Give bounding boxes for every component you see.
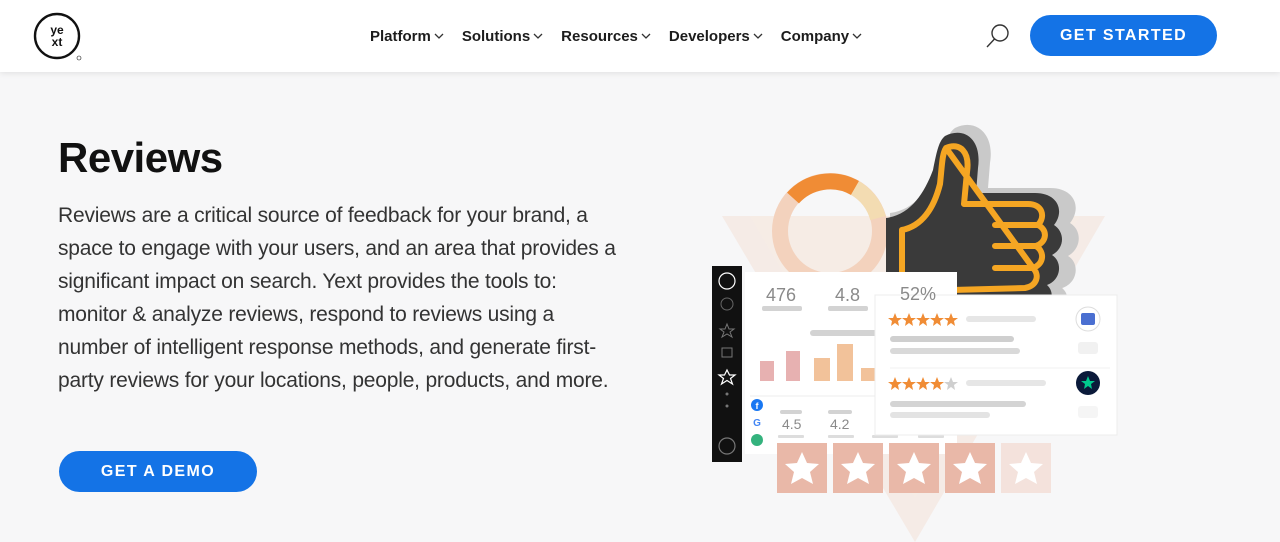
nav-company-label: Company xyxy=(780,27,850,45)
nav-solutions[interactable]: Solutions xyxy=(462,28,543,45)
page-title: Reviews xyxy=(58,134,223,181)
nav-platform-label: Platform xyxy=(370,27,431,45)
chevron-down-icon xyxy=(852,33,862,39)
nav-resources-label: Resources xyxy=(561,27,638,45)
stat-average-rating: 4.8 xyxy=(835,285,861,305)
stat-response-rate: 52% xyxy=(900,284,937,304)
yext-logo[interactable]: ye xt xyxy=(33,12,83,62)
nav-resources[interactable]: Resources xyxy=(561,28,651,45)
nav-company[interactable]: Company xyxy=(781,28,862,45)
chevron-down-icon xyxy=(434,33,444,39)
search-icon[interactable] xyxy=(984,22,1012,50)
chevron-down-icon xyxy=(753,33,763,39)
hero-description: Reviews are a critical source of feedbac… xyxy=(58,204,616,392)
google-rating: 4.2 xyxy=(830,416,850,432)
nav-developers-label: Developers xyxy=(668,27,750,45)
get-a-demo-button[interactable]: GET A DEMO xyxy=(59,451,257,492)
stat-reviews-count: 476 xyxy=(766,285,797,305)
get-started-button[interactable]: GET STARTED xyxy=(1030,15,1217,56)
site-header: ye xt Platform Solutions Resources Devel… xyxy=(0,0,1280,72)
svg-text:xt: xt xyxy=(52,35,63,49)
main-nav: Platform Solutions Resources Developers … xyxy=(370,0,880,72)
svg-text:G: G xyxy=(753,418,761,429)
chevron-down-icon xyxy=(641,33,651,39)
nav-developers[interactable]: Developers xyxy=(669,28,763,45)
nav-platform[interactable]: Platform xyxy=(370,28,444,45)
reviews-illustration: f G 476 4.8 52% 4.5 4.2 xyxy=(690,118,1130,542)
facebook-rating: 4.5 xyxy=(782,416,802,432)
nav-solutions-label: Solutions xyxy=(461,27,531,45)
chevron-down-icon xyxy=(533,33,543,39)
